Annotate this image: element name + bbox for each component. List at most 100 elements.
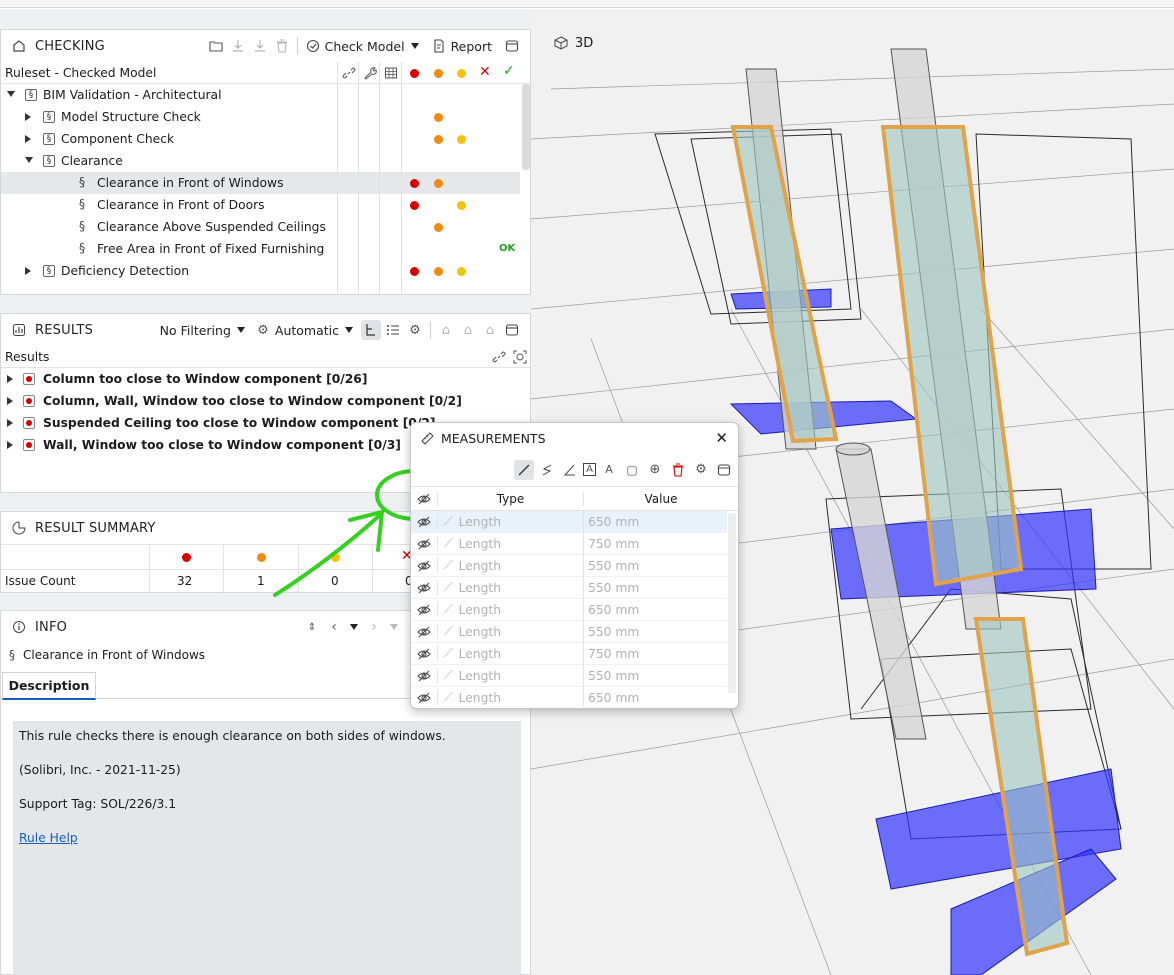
error-dot-icon <box>410 201 419 210</box>
measurement-row[interactable]: ⟋ Length 750 mm <box>411 532 727 555</box>
ruleset-row[interactable]: § Clearance Above Suspended Ceilings <box>1 216 520 238</box>
expand-toggle-icon[interactable] <box>7 375 13 383</box>
hidden-eye-icon[interactable] <box>411 537 437 551</box>
warning-dot-icon <box>434 113 443 122</box>
sort-icon[interactable]: ⇕ <box>302 617 322 637</box>
ruleset-row[interactable]: § BIM Validation - Architectural <box>1 84 520 106</box>
measurement-value: 550 mm <box>583 664 727 687</box>
zoom-to-icon[interactable] <box>510 347 530 367</box>
measurement-settings-icon[interactable]: ⚙ <box>691 460 711 480</box>
rule-help-link[interactable]: Rule Help <box>19 831 78 845</box>
slide-icon[interactable]: ⌂ <box>458 320 478 340</box>
forward-history-icon[interactable] <box>390 624 398 630</box>
measurement-layout-icon[interactable] <box>714 460 734 480</box>
check-model-dropdown-icon[interactable] <box>410 43 419 49</box>
measurement-row[interactable]: ⟋ Length 550 mm <box>411 576 727 599</box>
expand-toggle-icon[interactable] <box>7 419 13 427</box>
measurement-value: 550 mm <box>583 576 727 599</box>
hidden-eye-icon[interactable] <box>411 559 437 573</box>
presentation-icon[interactable]: ⌂ <box>480 320 500 340</box>
measurement-row[interactable]: ⟋ Length 650 mm <box>411 686 727 707</box>
point-tool-icon[interactable]: ⊕ <box>645 460 665 480</box>
tab-description[interactable]: Description <box>2 672 96 700</box>
result-row[interactable]: Column too close to Window component [0/… <box>1 368 530 390</box>
measurement-type: Length <box>458 580 502 595</box>
results-layout-icon[interactable] <box>502 320 522 340</box>
volume-tool-icon[interactable]: ▢ <box>622 460 642 480</box>
add-to-issue-icon[interactable]: ⌂ <box>436 320 456 340</box>
checking-scrollbar[interactable] <box>522 84 530 170</box>
rule-symbol-icon: § <box>79 219 86 233</box>
hidden-eye-icon[interactable] <box>411 603 437 617</box>
hidden-eye-icon[interactable] <box>411 647 437 661</box>
back-icon[interactable]: ‹ <box>324 617 344 637</box>
hidden-eye-icon[interactable] <box>411 625 437 639</box>
ruleset-row[interactable]: § Clearance <box>1 150 520 172</box>
hidden-eye-icon[interactable] <box>411 515 437 529</box>
check-model-button[interactable]: Check Model <box>325 39 405 54</box>
close-icon[interactable]: ✕ <box>715 429 728 447</box>
open-folder-icon[interactable] <box>206 36 226 56</box>
result-error-icon <box>23 417 35 429</box>
ruleset-row[interactable]: § Clearance in Front of Windows <box>1 172 520 194</box>
ruleset-row[interactable]: § Clearance in Front of Doors <box>1 194 520 216</box>
measurement-row[interactable]: ⟋ Length 550 mm <box>411 664 727 687</box>
hidden-eye-icon[interactable] <box>411 669 437 683</box>
expand-toggle-icon[interactable] <box>25 113 31 121</box>
download-icon[interactable] <box>228 36 248 56</box>
report-icon[interactable] <box>429 36 449 56</box>
measurement-row[interactable]: ⟋ Length 550 mm <box>411 554 727 577</box>
measurement-row[interactable]: ⟋ Length 750 mm <box>411 642 727 665</box>
area-3d-tool-icon[interactable]: A <box>599 460 619 480</box>
result-row[interactable]: Column, Wall, Window too close to Window… <box>1 390 530 412</box>
length-tool-icon[interactable] <box>514 459 534 480</box>
back-history-icon[interactable] <box>350 624 358 630</box>
visibility-column-icon[interactable] <box>411 492 437 506</box>
expand-toggle-icon[interactable] <box>25 135 31 143</box>
auto-gear-icon[interactable]: ⚙ <box>253 320 273 340</box>
wrench-icon[interactable] <box>360 63 380 83</box>
check-model-icon[interactable] <box>303 36 323 56</box>
collapse-toggle-icon[interactable] <box>25 157 33 163</box>
list-view-icon[interactable] <box>383 320 403 340</box>
panel-layout-icon[interactable] <box>502 36 522 56</box>
mode-dropdown[interactable]: Automatic <box>275 323 339 338</box>
download-all-icon[interactable] <box>250 36 270 56</box>
delete-icon[interactable] <box>272 36 292 56</box>
report-button[interactable]: Report <box>451 39 492 54</box>
table-icon[interactable] <box>381 63 401 83</box>
mode-dropdown-icon[interactable] <box>345 327 353 333</box>
area-tool-icon[interactable]: A <box>583 463 596 476</box>
type-column-header: Type <box>437 491 583 506</box>
tree-view-icon[interactable] <box>361 320 381 340</box>
result-error-icon <box>23 395 35 407</box>
measurement-type: Length <box>458 624 502 639</box>
info-title: INFO <box>35 619 68 635</box>
measurement-row[interactable]: ⟋ Length 650 mm <box>411 598 727 621</box>
ruleset-column-label: Ruleset - Checked Model <box>5 65 157 80</box>
hidden-eye-icon[interactable] <box>411 581 437 595</box>
angle-tool-icon[interactable] <box>560 460 580 480</box>
grouping-settings-icon[interactable]: ⚙ <box>405 320 425 340</box>
expand-toggle-icon[interactable] <box>7 397 13 405</box>
collapse-toggle-icon[interactable] <box>7 91 15 97</box>
delete-measurement-icon[interactable] <box>668 460 688 480</box>
measurement-row[interactable]: ⟋ Length 650 mm <box>411 511 727 533</box>
expand-toggle-icon[interactable] <box>7 441 13 449</box>
polyline-tool-icon[interactable] <box>537 460 557 480</box>
expand-toggle-icon[interactable] <box>25 267 31 275</box>
measurements-toolbar: A A ▢ ⊕ ⚙ <box>411 453 738 487</box>
filter-dropdown-icon[interactable] <box>236 327 245 333</box>
ruleset-row[interactable]: § Deficiency Detection <box>1 260 520 282</box>
link-icon[interactable] <box>339 63 359 83</box>
ruleset-row[interactable]: § Model Structure Check <box>1 106 520 128</box>
filter-dropdown[interactable]: No Filtering <box>160 323 231 338</box>
measurement-row[interactable]: ⟋ Length 550 mm <box>411 620 727 643</box>
result-row-label: Column, Wall, Window too close to Window… <box>43 394 462 408</box>
measurements-scrollbar[interactable] <box>728 513 736 693</box>
ruleset-row[interactable]: § Free Area in Front of Fixed Furnishing O… <box>1 238 520 260</box>
hidden-eye-icon[interactable] <box>411 691 437 705</box>
ruleset-row[interactable]: § Component Check <box>1 128 520 150</box>
forward-icon[interactable]: › <box>364 617 384 637</box>
results-link-icon[interactable] <box>489 347 509 367</box>
